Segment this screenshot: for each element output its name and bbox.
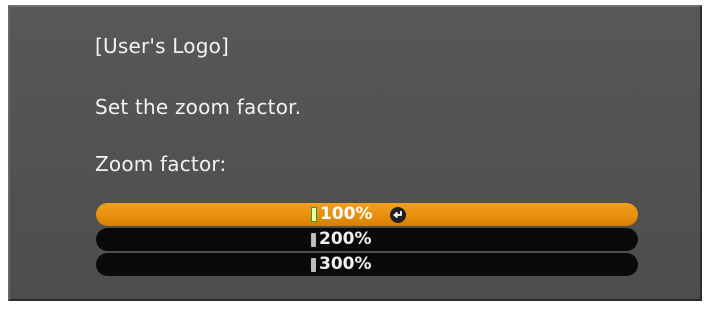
menu-dialog: [User's Logo] Set the zoom factor. Zoom … [8,5,702,301]
selection-marker-icon [311,207,317,222]
zoom-option-label: 100% [320,204,373,224]
zoom-option-label: 200% [319,229,372,249]
instruction-text: Set the zoom factor. [95,95,302,119]
zoom-option-300[interactable]: 300% [96,253,638,276]
zoom-options-list: 100% 200% 300% [96,203,638,278]
zoom-factor-label: Zoom factor: [95,152,227,176]
zoom-option-100[interactable]: 100% [96,203,638,226]
enter-icon [389,206,406,223]
option-marker-icon [311,257,316,272]
dialog-title: [User's Logo] [95,34,230,58]
zoom-option-200[interactable]: 200% [96,228,638,251]
option-marker-icon [311,232,316,247]
zoom-option-label: 300% [319,254,372,274]
